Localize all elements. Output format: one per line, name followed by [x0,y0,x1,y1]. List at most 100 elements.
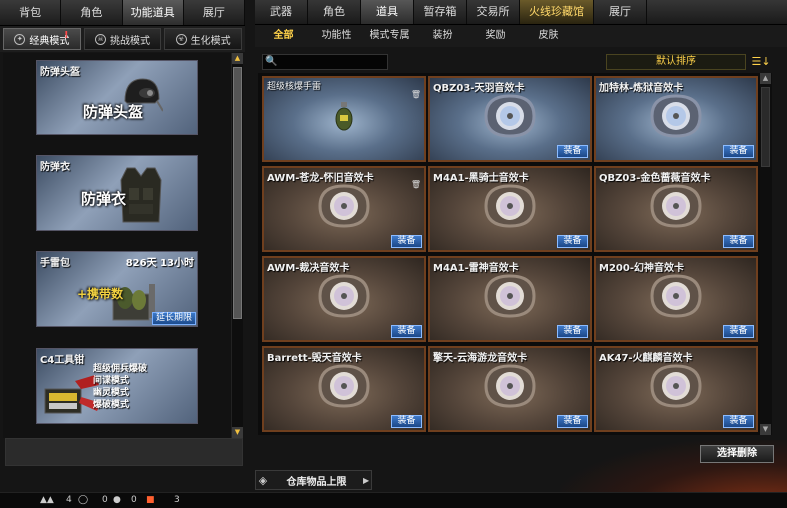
left-scrollbar[interactable]: ▲ ▼ [231,53,243,438]
chat-icon: ● [113,495,121,505]
scroll-thumb[interactable] [761,87,770,167]
sort-dropdown[interactable]: 默认排序 [606,54,746,70]
item-card[interactable]: M4A1-黑骑士音效卡 装备 [428,166,592,252]
item-card-title: 超级核爆手雷 [267,82,322,92]
subtab-mode-exclusive[interactable]: 模式专属 [363,25,416,47]
disc-icon [318,184,370,228]
tab-storage[interactable]: 暂存箱 [414,0,467,24]
search-input[interactable] [277,55,385,69]
item-card-vest[interactable]: 防弹衣 防弹衣 [36,155,198,231]
item-grid: 超级核爆手雷 🗑 QBZ03-天羽音效卡 装备 加特林-炼狱音效卡 装备 AWM… [258,73,760,435]
trash-icon[interactable]: 🗑 [411,180,421,189]
tab-showroom-right[interactable]: 展厅 [594,0,647,24]
subtab-all[interactable]: 全部 [257,25,310,47]
item-card[interactable]: 超级核爆手雷 🗑 [262,76,426,162]
equip-button[interactable]: 装备 [391,235,422,248]
mode-challenge-label: 挑战模式 [110,35,150,47]
scroll-up-icon[interactable]: ▲ [232,53,243,64]
select-delete-button[interactable]: 选择删除 [700,445,774,463]
item-card[interactable]: M4A1-雷神音效卡 装备 [428,256,592,342]
warehouse-limit-label: 仓库物品上限 [286,476,347,488]
scroll-down-icon[interactable]: ▼ [760,424,771,435]
tab-character[interactable]: 角色 [61,0,123,25]
scroll-thumb[interactable] [233,67,242,319]
mode-classic-button[interactable]: ✦ 经典模式 ! [3,28,81,50]
subtab-functional[interactable]: 功能性 [310,25,363,47]
left-item-list: 防弹头盔 防弹头盔 防弹衣 防弹衣 手雷包 826天 13小时 +携带数 延长期… [3,53,243,438]
item-card[interactable]: AK47-火麒麟音效卡 装备 [594,346,758,432]
equip-button[interactable]: 装备 [391,415,422,428]
equip-button[interactable]: 装备 [557,415,588,428]
layers-icon: ◈ [258,473,268,487]
grenade-icon: ▲▲ [40,495,54,505]
right-tab-bar: 武器 角色 道具 暂存箱 交易所 火线珍藏馆 展厅 [255,0,787,25]
equip-button[interactable]: 装备 [391,325,422,338]
item-card[interactable]: 擎天-云海游龙音效卡 装备 [428,346,592,432]
warehouse-limit-bar[interactable]: ◈ 仓库物品上限 ▶ [255,470,372,490]
disc-icon [318,364,370,408]
disc-icon [650,184,702,228]
item-card[interactable]: Barrett-毁天音效卡 装备 [262,346,426,432]
item-card[interactable]: 加特林-炼狱音效卡 装备 [594,76,758,162]
alert-badge: ! [64,30,69,41]
item-title: 防弹衣 [40,162,70,173]
sub-tab-bar: 全部 功能性 模式专属 装扮 奖励 皮肤 [255,25,787,47]
equip-button[interactable]: 装备 [557,235,588,248]
equip-button[interactable]: 装备 [557,145,588,158]
shield-icon: ◯ [78,495,89,505]
mode-bar: ✦ 经典模式 ! ☠ 挑战模式 ☣ 生化模式 [0,26,245,52]
item-card[interactable]: AWM-苍龙-怀旧音效卡 🗑 装备 [262,166,426,252]
equip-button[interactable]: 装备 [723,145,754,158]
mode-biohazard-button[interactable]: ☣ 生化模式 [164,28,243,50]
search-icon: 🔍 [265,56,278,67]
grid-scrollbar[interactable]: ▲ ▼ [760,73,772,435]
search-box: 🔍 [262,54,388,70]
equip-button[interactable]: 装备 [723,415,754,428]
sort-order-icon[interactable]: ☰↓ [749,54,773,70]
scroll-up-icon[interactable]: ▲ [760,73,771,84]
trash-icon[interactable]: 🗑 [411,90,421,99]
item-card[interactable]: QBZ03-天羽音效卡 装备 [428,76,592,162]
status-value: 0 [102,495,108,505]
disc-icon [484,94,536,138]
scroll-down-icon[interactable]: ▼ [232,427,243,438]
item-big-label: 防弹衣 [81,190,127,208]
item-card-grenade-pack[interactable]: 手雷包 826天 13小时 +携带数 延长期限 [36,251,198,327]
disc-icon [650,364,702,408]
subtab-outfit[interactable]: 装扮 [416,25,469,47]
extend-duration-button[interactable]: 延长期限 [151,312,196,325]
chevron-right-icon: ▶ [363,475,370,485]
item-card[interactable]: AWM-裁决音效卡 装备 [262,256,426,342]
status-value: 3 [174,495,180,505]
item-title: C4工具钳 [40,355,85,366]
tab-items[interactable]: 道具 [361,0,414,24]
item-big-label: 防弹头盔 [83,103,144,121]
c4-mode: 超级佣兵爆破 [93,364,148,374]
subtab-skin[interactable]: 皮肤 [522,25,575,47]
disc-icon [318,274,370,318]
disc-icon [484,364,536,408]
skull-icon: ☠ [95,33,106,45]
item-card-helmet[interactable]: 防弹头盔 防弹头盔 [36,60,198,135]
tab-weapons[interactable]: 武器 [255,0,308,24]
c4-mode: 爆破模式 [93,400,130,410]
item-card[interactable]: QBZ03-金色蔷薇音效卡 装备 [594,166,758,252]
tab-showroom[interactable]: 展厅 [184,0,245,25]
mode-challenge-button[interactable]: ☠ 挑战模式 [83,28,162,50]
equip-button[interactable]: 装备 [723,235,754,248]
equip-button[interactable]: 装备 [557,325,588,338]
tab-exchange[interactable]: 交易所 [467,0,520,24]
biohazard-icon: ☣ [175,33,187,45]
c4-mode-list: 超级佣兵爆破 间谍模式 幽灵模式 爆破模式 [93,363,147,411]
item-big-label: +携带数 [77,287,124,301]
tab-character-right[interactable]: 角色 [308,0,361,24]
subtab-reward[interactable]: 奖励 [469,25,522,47]
tab-backpack[interactable]: 背包 [0,0,62,25]
tab-function-items[interactable]: 功能道具 [122,0,184,25]
equip-button[interactable]: 装备 [723,325,754,338]
tab-collection[interactable]: 火线珍藏馆 [520,0,594,24]
item-card[interactable]: M200-幻神音效卡 装备 [594,256,758,342]
left-tab-bar: 背包 角色 功能道具 展厅 [0,0,245,26]
item-card-c4-pliers[interactable]: C4工具钳 超级佣兵爆破 间谍模式 幽灵模式 爆破模式 [36,348,198,424]
disc-icon [650,274,702,318]
